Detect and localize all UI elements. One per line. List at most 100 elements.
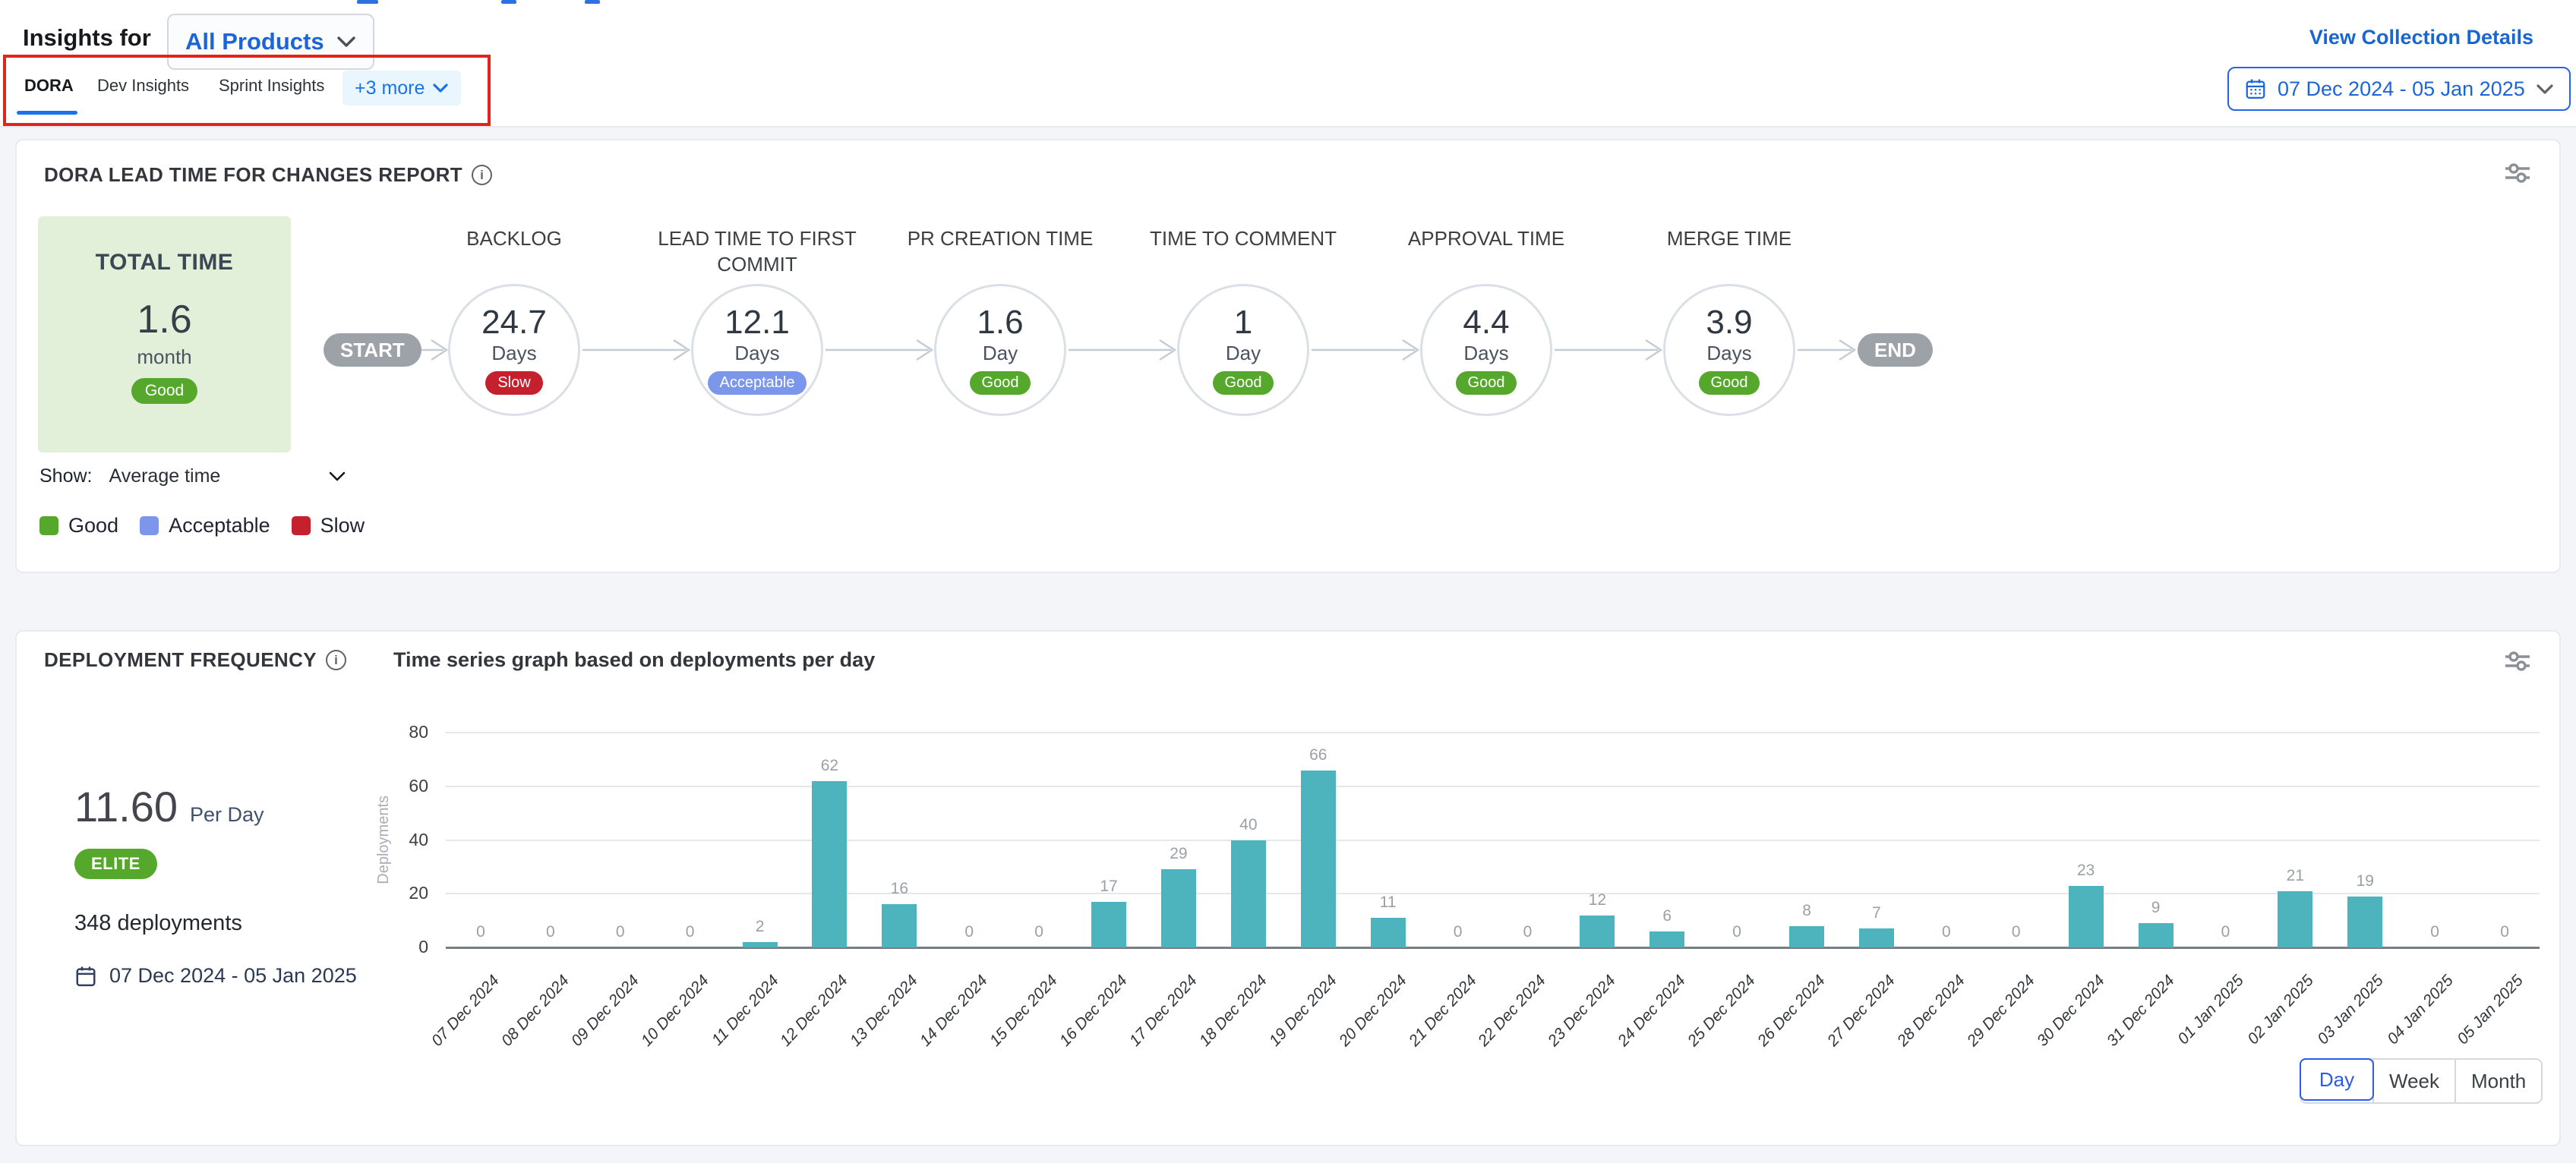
date-range-value: 07 Dec 2024 - 05 Jan 2025	[2278, 77, 2525, 101]
more-tabs-button[interactable]: +3 more	[343, 71, 461, 106]
stage-circle[interactable]: 12.1DaysAcceptable	[691, 284, 823, 416]
x-axis-tick: 05 Jan 2025	[2454, 972, 2527, 1048]
chart-title: Time series graph based on deployments p…	[393, 648, 875, 672]
bar-value-label: 29	[1170, 845, 1187, 863]
granularity-month-button[interactable]: Month	[2454, 1060, 2541, 1102]
bar-value-label: 2	[756, 918, 765, 936]
legend-label: Acceptable	[169, 514, 270, 537]
deployment-bar[interactable]	[1859, 928, 1894, 947]
bar-value-label: 0	[2221, 923, 2230, 941]
deployment-bar[interactable]	[1371, 918, 1406, 947]
tab-dora[interactable]: DORA	[24, 76, 74, 96]
bar-value-label: 0	[964, 923, 974, 941]
deployment-bar[interactable]	[1649, 931, 1684, 947]
calendar-icon	[74, 965, 97, 988]
deployment-bar[interactable]	[812, 781, 847, 947]
stage-name: MERGE TIME	[1615, 226, 1843, 252]
gridline	[446, 732, 2540, 733]
total-time-value: 1.6	[137, 297, 191, 342]
total-time-unit: month	[137, 345, 191, 369]
flow-stage: TIME TO COMMENT1DayGood	[1177, 284, 1309, 416]
x-axis-tick: 14 Dec 2024	[917, 972, 992, 1050]
sliders-icon	[2503, 648, 2532, 674]
stage-circle[interactable]: 3.9DaysGood	[1663, 284, 1795, 416]
info-icon[interactable]: i	[472, 165, 492, 185]
clipped-link-fragment	[357, 0, 378, 4]
product-selector-value: All Products	[185, 28, 324, 55]
bar-value-label: 66	[1309, 746, 1327, 764]
legend-item: Slow	[292, 514, 365, 537]
info-icon[interactable]: i	[326, 650, 346, 670]
chart-settings-button[interactable]	[2503, 648, 2532, 676]
x-axis-tick: 17 Dec 2024	[1126, 972, 1201, 1050]
bar-value-label: 0	[1732, 923, 1741, 941]
x-axis-tick: 22 Dec 2024	[1475, 972, 1550, 1050]
calendar-icon	[2244, 77, 2267, 100]
total-time-label: TOTAL TIME	[96, 250, 234, 276]
stage-value: 4.4	[1463, 305, 1509, 340]
stage-circle[interactable]: 1.6DayGood	[934, 284, 1066, 416]
deployment-bar[interactable]	[2069, 886, 2104, 947]
date-range-picker[interactable]: 07 Dec 2024 - 05 Jan 2025	[2227, 67, 2571, 111]
legend-item: Good	[39, 514, 118, 537]
deployment-bar[interactable]	[743, 942, 778, 947]
stage-circle[interactable]: 4.4DaysGood	[1420, 284, 1552, 416]
deployment-bar[interactable]	[882, 904, 917, 947]
show-metric-dropdown[interactable]: Show: Average time	[39, 465, 346, 487]
product-selector-dropdown[interactable]: All Products	[167, 14, 374, 70]
y-axis-tick: 80	[343, 722, 428, 742]
tab-sprint-insights[interactable]: Sprint Insights	[219, 76, 324, 96]
y-axis-tick: 60	[343, 776, 428, 796]
show-selected-value: Average time	[109, 465, 220, 487]
deployment-bar[interactable]	[2139, 923, 2174, 947]
bar-value-label: 0	[1034, 923, 1043, 941]
x-axis-tick: 26 Dec 2024	[1754, 972, 1829, 1050]
stage-value: 1	[1234, 305, 1252, 340]
flow-stage: BACKLOG24.7DaysSlow	[448, 284, 580, 416]
tab-dev-insights[interactable]: Dev Insights	[97, 76, 189, 96]
granularity-week-button[interactable]: Week	[2372, 1060, 2454, 1102]
chevron-down-icon	[328, 471, 346, 482]
stage-circle[interactable]: 1DayGood	[1177, 284, 1309, 416]
top-bar: Insights for All Products View Collectio…	[0, 0, 2576, 128]
deployment-bar[interactable]	[1301, 771, 1336, 947]
clipped-link-fragment	[501, 0, 516, 4]
stage-unit: Days	[491, 342, 536, 365]
legend-swatch	[140, 516, 159, 535]
deployment-bar[interactable]	[2278, 891, 2312, 947]
more-tabs-label: +3 more	[355, 77, 425, 99]
deployment-bar[interactable]	[2347, 897, 2382, 947]
bar-value-label: 0	[1454, 923, 1463, 941]
flow-end-node: END	[1858, 333, 1933, 367]
x-axis-tick: 11 Dec 2024	[708, 972, 782, 1049]
deployment-bar[interactable]	[1789, 926, 1824, 947]
y-axis-tick: 40	[343, 830, 428, 850]
deployment-rate-value: 11.60	[74, 782, 178, 831]
view-collection-details-link[interactable]: View Collection Details	[2309, 26, 2533, 49]
deployment-bar[interactable]	[1231, 840, 1266, 948]
stage-unit: Days	[734, 342, 779, 365]
deployment-frequency-card: DEPLOYMENT FREQUENCY i Time series graph…	[15, 630, 2561, 1146]
stage-unit: Day	[983, 342, 1018, 365]
deployment-bar[interactable]	[1091, 902, 1126, 947]
stage-value: 24.7	[481, 305, 547, 340]
granularity-day-button[interactable]: Day	[2300, 1058, 2374, 1101]
flow-start-node: START	[324, 333, 421, 367]
chevron-down-icon	[432, 83, 449, 93]
flow-stage: APPROVAL TIME4.4DaysGood	[1420, 284, 1552, 416]
bar-value-label: 62	[821, 757, 838, 775]
stage-value: 12.1	[724, 305, 790, 340]
deployment-bar[interactable]	[1161, 869, 1196, 947]
stage-circle[interactable]: 24.7DaysSlow	[448, 284, 580, 416]
sliders-icon	[2503, 160, 2532, 186]
x-axis-tick: 19 Dec 2024	[1266, 972, 1341, 1050]
chart-settings-button[interactable]	[2503, 160, 2532, 188]
bar-value-label: 17	[1100, 878, 1117, 896]
legend-label: Good	[68, 514, 118, 537]
deployment-rate-unit: Per Day	[190, 803, 264, 827]
x-axis-tick: 29 Dec 2024	[1964, 972, 2039, 1050]
bar-value-label: 8	[1802, 902, 1811, 920]
deployment-bar[interactable]	[1580, 916, 1615, 947]
x-axis-tick: 24 Dec 2024	[1615, 972, 1690, 1050]
stage-status-badge: Good	[970, 371, 1031, 395]
